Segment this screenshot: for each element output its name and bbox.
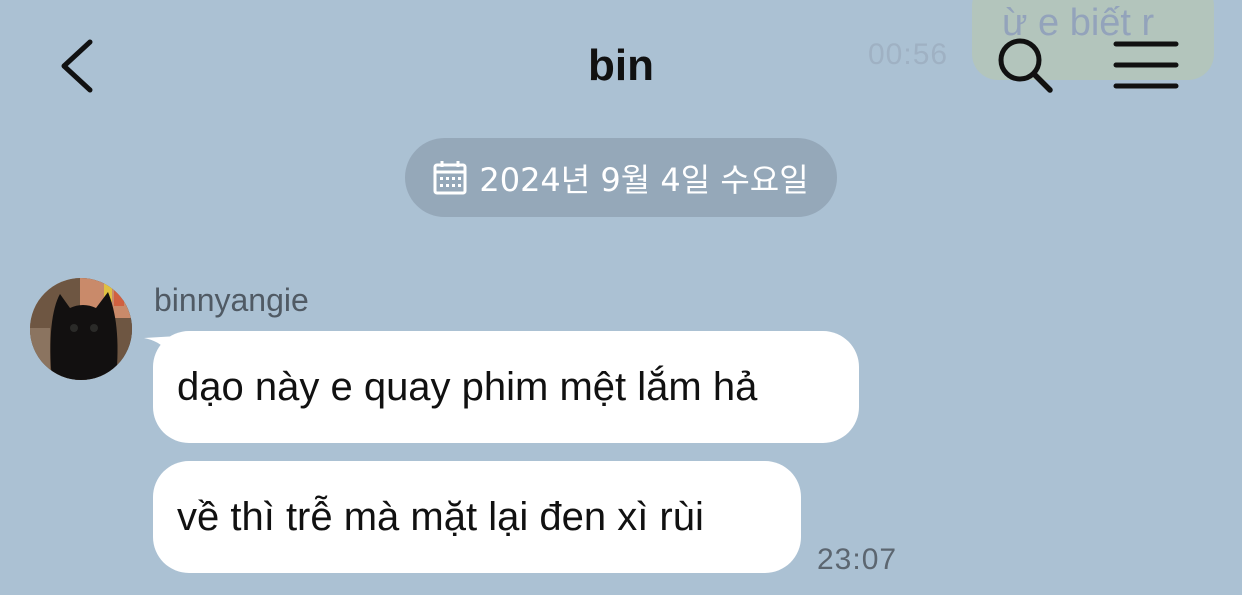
back-button[interactable] (50, 34, 110, 98)
calendar-icon (433, 160, 467, 194)
black-cat-avatar-image (30, 278, 132, 380)
menu-button[interactable] (1112, 38, 1180, 92)
sender-name: binnyangie (154, 282, 309, 318)
hamburger-menu-icon (1113, 41, 1179, 89)
chat-title: bin (588, 41, 654, 90)
message-bubble[interactable]: dạo này e quay phim mệt lắm hả (153, 331, 859, 443)
message-timestamp: 23:07 (817, 543, 898, 576)
search-button[interactable] (994, 34, 1056, 96)
previous-message-time: 00:56 (868, 38, 949, 71)
message-bubble[interactable]: về thì trễ mà mặt lại đen xì rùi (153, 461, 801, 573)
message-text: dạo này e quay phim mệt lắm hả (177, 365, 758, 409)
chevron-left-icon (61, 39, 93, 93)
date-label: 2024년 9월 4일 수요일 (479, 160, 809, 199)
search-icon (998, 38, 1053, 93)
date-divider: 2024년 9월 4일 수요일 (405, 138, 837, 217)
message-text: về thì trễ mà mặt lại đen xì rùi (177, 495, 704, 539)
sender-avatar[interactable] (30, 278, 132, 380)
